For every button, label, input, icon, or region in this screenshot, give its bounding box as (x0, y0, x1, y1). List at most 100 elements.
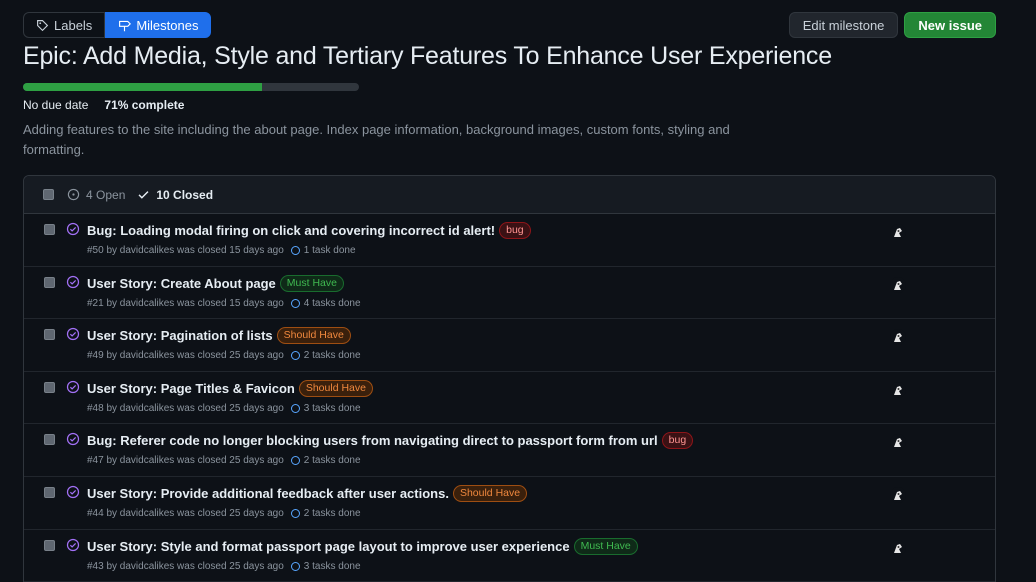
closed-issue-icon (66, 538, 80, 551)
issue-title-link[interactable]: Bug: Loading modal firing on click and c… (87, 223, 495, 238)
issue-label[interactable]: Should Have (298, 379, 373, 397)
issue-row: User Story: Create About page Must Have … (24, 267, 995, 320)
issue-checkbox[interactable] (44, 381, 55, 393)
task-count: 2 tasks done (303, 507, 361, 519)
issue-open-icon (67, 188, 80, 201)
issue-meta: #48 by davidcalikes was closed 25 days a… (87, 403, 361, 414)
issue-checkbox[interactable] (44, 539, 55, 551)
select-all-checkbox[interactable] (43, 189, 54, 200)
progress-fill (23, 83, 262, 91)
avatar[interactable] (890, 539, 906, 556)
issue-title-line: User Story: Pagination of lists Should H… (87, 327, 351, 345)
issue-meta-text: #49 by davidcalikes was closed 25 days a… (87, 350, 284, 362)
issue-label[interactable]: Should Have (276, 327, 351, 345)
milestone-description: Adding features to the site including th… (23, 122, 730, 157)
issue-title-link[interactable]: User Story: Style and format passport pa… (87, 539, 570, 554)
issue-label[interactable]: Must Have (573, 537, 638, 555)
issue-meta-text: #43 by davidcalikes was closed 25 days a… (87, 560, 284, 572)
issue-title-line: User Story: Provide additional feedback … (87, 484, 528, 502)
issue-checkbox[interactable] (44, 224, 55, 235)
avatar[interactable] (890, 329, 906, 346)
issue-meta-text: #21 by davidcalikes was closed 15 days a… (87, 297, 284, 309)
labels-tab-label: Labels (54, 17, 93, 33)
task-progress-icon (290, 403, 300, 413)
issue-checkbox[interactable] (44, 486, 55, 498)
closed-filter[interactable]: 10 Closed (137, 188, 213, 202)
issue-title-line: User Story: Page Titles & Favicon Should… (87, 379, 373, 397)
issue-row: User Story: Page Titles & Favicon Should… (24, 372, 995, 425)
header-actions: Edit milestone New issue (788, 12, 996, 38)
avatar[interactable] (890, 224, 906, 240)
issue-title-line: Bug: Referer code no longer blocking use… (87, 432, 694, 450)
closed-issue-icon (66, 222, 80, 236)
milestone-title: Epic: Add Media, Style and Tertiary Feat… (23, 42, 832, 70)
labels-milestones-switch: Labels Milestones (23, 12, 212, 38)
issue-list-header: 4 Open 10 Closed (24, 176, 995, 214)
issue-meta: #43 by davidcalikes was closed 25 days a… (87, 561, 361, 572)
issue-meta-text: #48 by davidcalikes was closed 25 days a… (87, 402, 284, 414)
issue-title-link[interactable]: User Story: Create About page (87, 276, 276, 291)
task-progress-icon (290, 246, 300, 255)
task-progress-icon (290, 561, 300, 571)
avatar[interactable] (890, 276, 906, 293)
task-count: 1 task done (303, 245, 356, 256)
closed-issue-icon (66, 433, 80, 446)
issue-meta: #21 by davidcalikes was closed 15 days a… (87, 298, 361, 309)
milestone-progress-bar (23, 83, 359, 91)
task-count: 2 tasks done (303, 350, 361, 362)
issue-row: Bug: Referer code no longer blocking use… (24, 424, 995, 477)
tag-icon (37, 19, 49, 31)
labels-tab[interactable]: Labels (23, 12, 106, 38)
issue-title-link[interactable]: User Story: Provide additional feedback … (87, 486, 449, 501)
check-icon (138, 191, 149, 199)
issue-meta: #49 by davidcalikes was closed 25 days a… (87, 350, 361, 361)
open-count: 4 Open (86, 187, 126, 202)
issue-meta-text: #44 by davidcalikes was closed 25 days a… (87, 507, 284, 519)
avatar[interactable] (890, 434, 906, 451)
issue-label[interactable]: Must Have (279, 274, 344, 292)
percent-complete: 71% complete (104, 98, 185, 112)
task-count: 3 tasks done (303, 402, 361, 414)
avatar[interactable] (890, 486, 906, 503)
issue-title-line: User Story: Create About page Must Have (87, 274, 344, 292)
issue-title-link[interactable]: User Story: Page Titles & Favicon (87, 381, 295, 396)
open-filter[interactable]: 4 Open (67, 188, 125, 202)
task-progress-icon (290, 456, 300, 466)
top-bar: Labels Milestones Edit milestone New iss… (23, 12, 996, 38)
task-count: 4 tasks done (303, 297, 361, 309)
issue-label[interactable]: bug (499, 222, 531, 239)
issue-row: User Story: Provide additional feedback … (24, 477, 995, 530)
issue-meta: #44 by davidcalikes was closed 25 days a… (87, 508, 361, 519)
milestones-tab[interactable]: Milestones (105, 12, 212, 38)
task-count: 2 tasks done (303, 455, 361, 467)
avatar[interactable] (890, 381, 906, 398)
issue-checkbox[interactable] (44, 276, 55, 288)
issue-checkbox[interactable] (44, 434, 55, 446)
issue-checkbox[interactable] (44, 329, 55, 341)
issue-title-link[interactable]: User Story: Pagination of lists (87, 328, 273, 343)
task-progress-icon (290, 351, 300, 361)
closed-count: 10 Closed (156, 187, 214, 202)
issue-list: 4 Open 10 Closed Bug: Loading modal firi… (23, 175, 996, 582)
milestone-meta: No due date 71% complete (23, 98, 184, 112)
task-progress-icon (290, 298, 300, 308)
issue-label[interactable]: Should Have (452, 484, 528, 502)
edit-milestone-button[interactable]: Edit milestone (788, 12, 899, 38)
closed-issue-icon (66, 380, 80, 393)
issue-title-line: User Story: Style and format passport pa… (87, 537, 638, 555)
issue-title-line: Bug: Loading modal firing on click and c… (87, 222, 531, 239)
closed-issue-icon (66, 275, 80, 288)
issue-meta: #50 by davidcalikes was closed 15 days a… (87, 245, 356, 256)
issue-meta-text: #50 by davidcalikes was closed 15 days a… (87, 245, 284, 256)
milestone-icon (119, 20, 132, 31)
issue-title-link[interactable]: Bug: Referer code no longer blocking use… (87, 433, 658, 448)
issue-meta-text: #47 by davidcalikes was closed 25 days a… (87, 455, 284, 467)
closed-issue-icon (66, 328, 80, 341)
task-count: 3 tasks done (303, 560, 361, 572)
issue-meta: #47 by davidcalikes was closed 25 days a… (87, 455, 361, 466)
new-issue-button[interactable]: New issue (904, 12, 996, 38)
closed-issue-icon (66, 485, 80, 499)
issue-label[interactable]: bug (661, 432, 694, 450)
issue-row: Bug: Loading modal firing on click and c… (24, 214, 995, 267)
task-progress-icon (290, 508, 300, 518)
